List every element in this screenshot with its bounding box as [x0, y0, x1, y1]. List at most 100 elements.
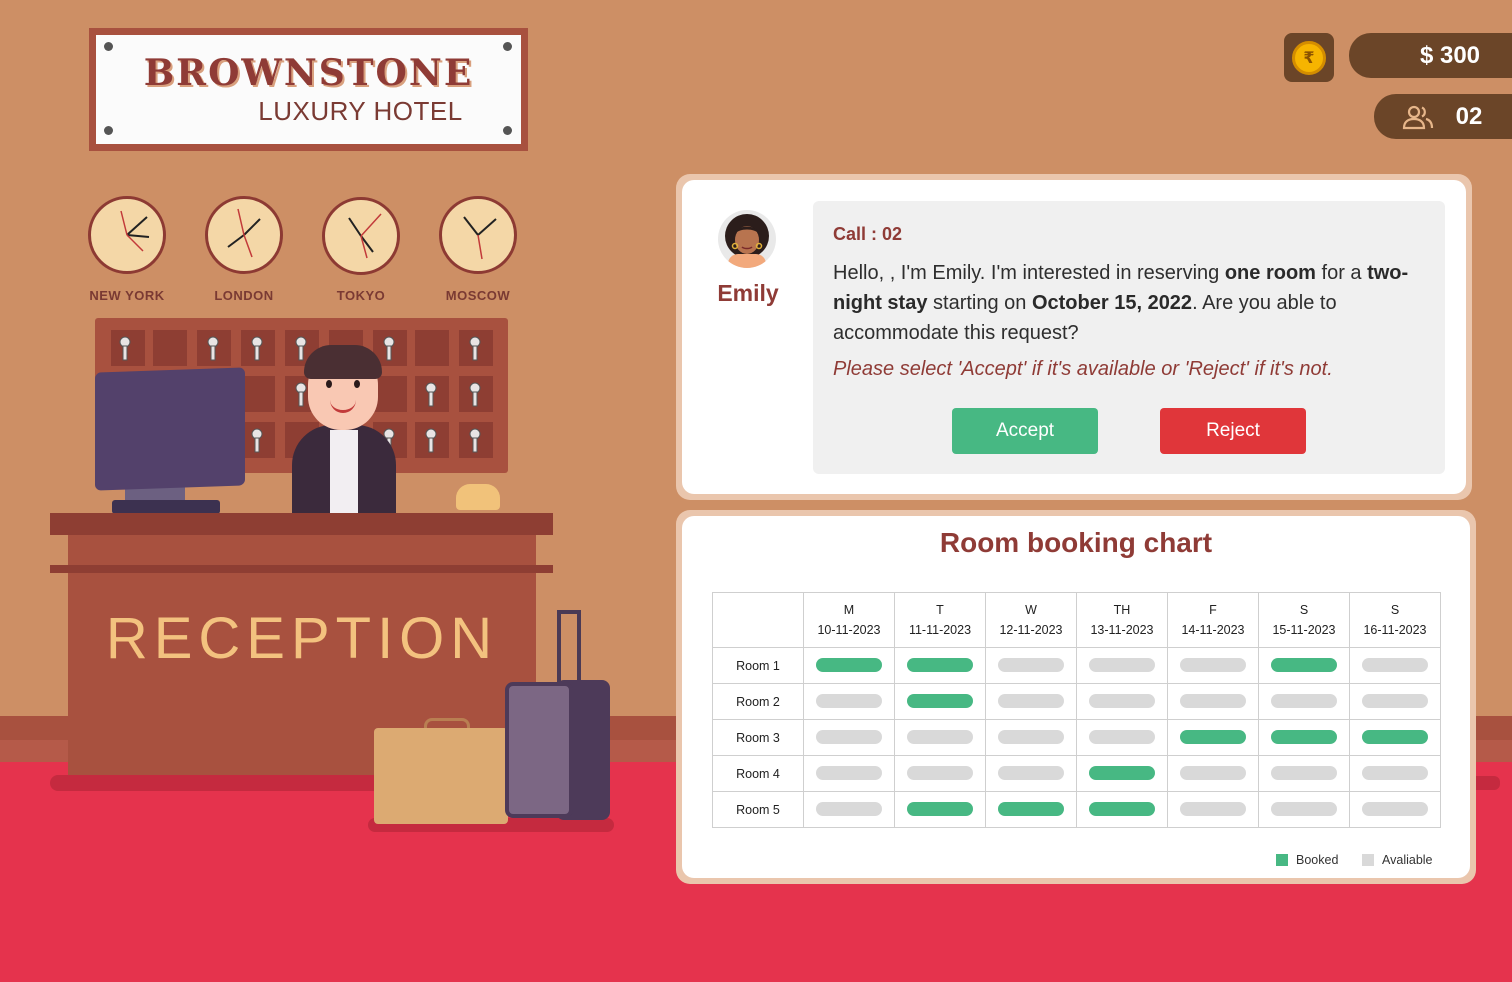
- reception-desk-top: [50, 513, 553, 535]
- available-marker: [998, 730, 1064, 745]
- booking-cell: [1349, 683, 1441, 720]
- available-marker: [1271, 802, 1337, 817]
- booking-cell: [803, 755, 895, 792]
- sign-screw: [104, 126, 113, 135]
- day-name: F: [1209, 603, 1217, 617]
- available-marker: [998, 694, 1064, 709]
- booking-cell: [803, 683, 895, 720]
- available-marker: [1089, 658, 1155, 673]
- booking-cell: [1349, 791, 1441, 828]
- receptionist-hair: [304, 345, 382, 379]
- day-date: 13-11-2023: [1090, 623, 1154, 637]
- legend-available-swatch: [1362, 854, 1374, 866]
- booking-cell: [1076, 791, 1168, 828]
- booking-cell: [803, 647, 895, 684]
- booking-cell: [894, 791, 986, 828]
- booking-cell: [1167, 719, 1259, 756]
- booking-chart-header-row: M 10-11-2023 T 11-11-2023 W 12-11-2023 TH 13-11…: [712, 592, 1441, 648]
- day-name: W: [1025, 603, 1037, 617]
- booking-cell: [1258, 647, 1350, 684]
- accept-button[interactable]: Accept: [952, 408, 1098, 454]
- room-row: Room 4: [712, 755, 1441, 792]
- hotel-name: BROWNSTONE: [143, 52, 474, 94]
- day-header: M 10-11-2023: [803, 592, 895, 648]
- available-marker: [816, 802, 882, 817]
- trolley-bag: [505, 682, 573, 818]
- booking-cell: [985, 791, 1077, 828]
- available-marker: [1271, 694, 1337, 709]
- day-name: S: [1390, 603, 1400, 617]
- booking-cell: [1258, 683, 1350, 720]
- booking-cell: [985, 755, 1077, 792]
- hotel-subtitle: LUXURY HOTEL: [258, 96, 463, 126]
- booked-marker: [1089, 802, 1155, 817]
- day-header: S 16-11-2023: [1349, 592, 1441, 648]
- sign-screw: [503, 126, 512, 135]
- booking-cell: [985, 683, 1077, 720]
- room-row: Room 1: [712, 647, 1441, 684]
- booking-cell: [1349, 719, 1441, 756]
- booking-cell: [1076, 683, 1168, 720]
- message-text: Hello, , I'm Emily. I'm interested in re…: [833, 262, 1225, 284]
- legend-booked-label: Booked: [1296, 853, 1339, 867]
- booking-cell: [1167, 647, 1259, 684]
- day-header: F 14-11-2023: [1167, 592, 1259, 648]
- booking-cell: [894, 719, 986, 756]
- monitor-base: [112, 500, 220, 514]
- booking-chart-title: Room booking chart: [939, 527, 1213, 558]
- legend-booked-swatch: [1276, 854, 1288, 866]
- booked-marker: [1271, 658, 1337, 673]
- available-marker: [1362, 802, 1428, 817]
- trolley-handle: [557, 610, 581, 684]
- caller-avatar: [718, 210, 776, 268]
- message-text: for a: [1315, 262, 1368, 284]
- booking-cell: [803, 791, 895, 828]
- available-marker: [1180, 658, 1246, 673]
- available-marker: [1362, 766, 1428, 781]
- booking-cell: [985, 719, 1077, 756]
- message-text: starting on: [927, 292, 1032, 314]
- booked-marker: [1271, 730, 1337, 745]
- suitcase: [374, 728, 508, 824]
- sign-screw: [104, 42, 113, 51]
- message-highlight: one room: [1224, 262, 1316, 284]
- available-marker: [1180, 802, 1246, 817]
- available-marker: [998, 658, 1064, 673]
- day-name: T: [936, 603, 944, 617]
- day-date: 12-11-2023: [999, 623, 1063, 637]
- booked-marker: [907, 658, 973, 673]
- available-marker: [1089, 694, 1155, 709]
- room-label: Room 1: [712, 647, 804, 684]
- booking-cell: [1167, 755, 1259, 792]
- booked-marker: [998, 802, 1064, 817]
- booking-chart-table: M 10-11-2023 T 11-11-2023 W 12-11-2023 TH 13-11…: [712, 592, 1441, 828]
- booking-cell: [894, 755, 986, 792]
- available-marker: [1362, 658, 1428, 673]
- day-date: 16-11-2023: [1363, 623, 1427, 637]
- receptionist-eye: [326, 380, 332, 388]
- booking-cell: [1349, 755, 1441, 792]
- day-header: S 15-11-2023: [1258, 592, 1350, 648]
- room-label: Room 2: [712, 683, 804, 720]
- booking-cell: [803, 719, 895, 756]
- reject-button[interactable]: Reject: [1160, 408, 1306, 454]
- room-row: Room 5: [712, 791, 1441, 828]
- game-scene: BROWNSTONE LUXURY HOTEL NEW YORK LONDON …: [0, 0, 1512, 982]
- booking-cell: [1076, 719, 1168, 756]
- receptionist-shirt: [330, 430, 358, 520]
- money-amount: $ 300: [1419, 42, 1481, 69]
- caller-name: Emily: [717, 280, 779, 306]
- available-marker: [998, 766, 1064, 781]
- available-marker: [1089, 730, 1155, 745]
- call-number: Call : 02: [833, 224, 903, 244]
- room-label: Room 3: [712, 719, 804, 756]
- desk-phone-icon: [456, 484, 500, 510]
- day-date: 10-11-2023: [817, 623, 881, 637]
- available-marker: [1180, 694, 1246, 709]
- message-highlight: October 15, 2022: [1031, 292, 1193, 314]
- computer-monitor: [95, 367, 245, 491]
- day-name: S: [1299, 603, 1309, 617]
- day-date: 15-11-2023: [1272, 623, 1336, 637]
- booking-cell: [1076, 755, 1168, 792]
- day-date: 11-11-2023: [908, 623, 972, 637]
